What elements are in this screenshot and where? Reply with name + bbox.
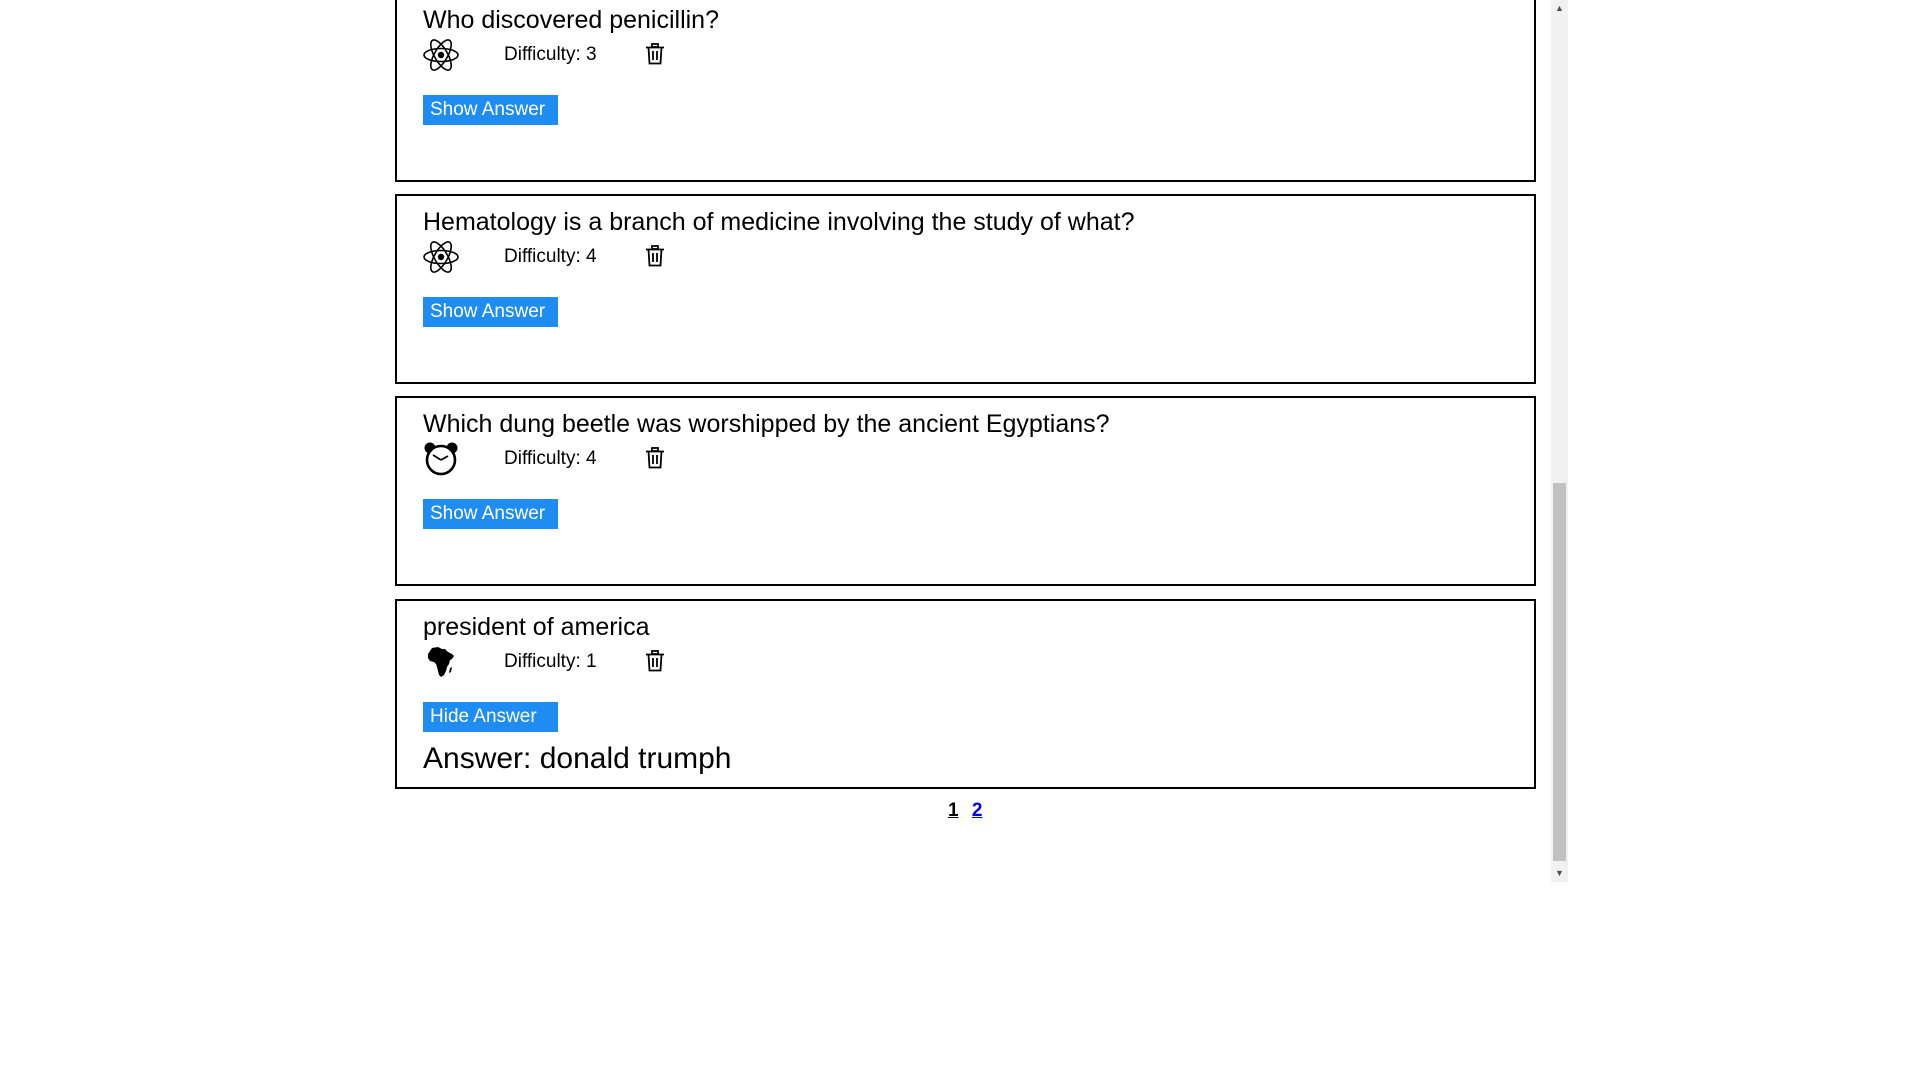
question-text: Which dung beetle was worshipped by the …	[423, 410, 1110, 438]
vertical-scrollbar[interactable]: ▲ ▼	[1551, 0, 1568, 882]
quiz-page: Who discovered penicillin? Difficulty: 3	[0, 0, 1568, 882]
hide-answer-button[interactable]: Hide Answer	[423, 702, 558, 732]
scroll-up-arrow-icon[interactable]: ▲	[1551, 0, 1568, 17]
difficulty-label: Difficulty: 4	[504, 448, 597, 469]
question-meta: Difficulty: 3	[423, 38, 723, 72]
question-text: Hematology is a branch of medicine invol…	[423, 208, 1135, 236]
show-answer-button[interactable]: Show Answer	[423, 95, 558, 125]
trash-icon[interactable]	[645, 43, 665, 65]
show-answer-button[interactable]: Show Answer	[423, 297, 558, 327]
difficulty-label: Difficulty: 3	[504, 44, 597, 65]
question-card: Who discovered penicillin? Difficulty: 3	[395, 0, 1536, 182]
difficulty-label: Difficulty: 1	[504, 651, 597, 672]
pagination: 1 2	[948, 800, 990, 822]
trash-icon[interactable]	[645, 650, 665, 672]
atom-icon	[423, 241, 459, 273]
question-card: Which dung beetle was worshipped by the …	[395, 396, 1536, 586]
trash-icon[interactable]	[645, 245, 665, 267]
page-link-2[interactable]: 2	[972, 800, 983, 822]
difficulty-label: Difficulty: 4	[504, 246, 597, 267]
alarm-clock-icon	[424, 442, 458, 476]
question-text: Who discovered penicillin?	[423, 6, 719, 34]
trash-icon[interactable]	[645, 447, 665, 469]
question-text: president of america	[423, 613, 650, 641]
scroll-thumb[interactable]	[1553, 483, 1566, 861]
question-meta: Difficulty: 4	[423, 442, 723, 476]
scroll-down-arrow-icon[interactable]: ▼	[1551, 865, 1568, 882]
africa-icon	[428, 647, 454, 677]
question-meta: Difficulty: 4	[423, 240, 723, 274]
page-link-1[interactable]: 1	[948, 800, 959, 822]
atom-icon	[423, 39, 459, 71]
show-answer-button[interactable]: Show Answer	[423, 499, 558, 529]
question-card: president of america Difficulty: 1 Hide …	[395, 599, 1536, 789]
question-card: Hematology is a branch of medicine invol…	[395, 194, 1536, 384]
answer-text: Answer: donald trumph	[423, 742, 732, 775]
question-meta: Difficulty: 1	[423, 645, 723, 679]
